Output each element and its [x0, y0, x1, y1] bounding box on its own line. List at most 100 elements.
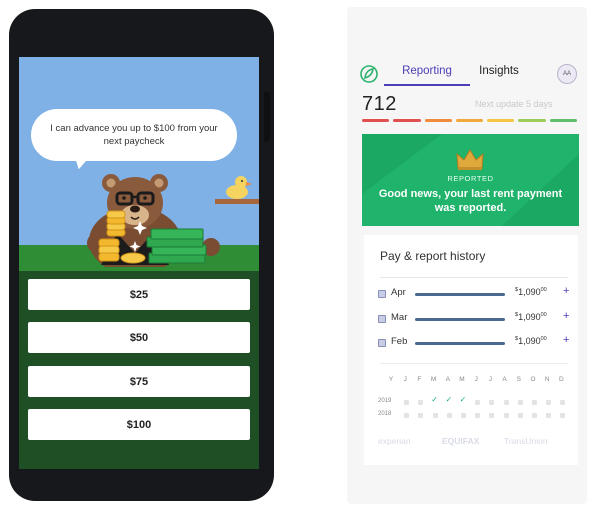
- paid-check-icon: ✓: [445, 395, 453, 404]
- history-amount: $1,09000: [515, 336, 547, 346]
- banner-message: Good news, your last rent payment was re…: [378, 188, 563, 214]
- month-dot: [560, 413, 566, 418]
- month-letter: J: [403, 376, 407, 383]
- leaf-logo-icon[interactable]: [360, 65, 378, 83]
- score-bar-segment: [487, 119, 515, 122]
- history-amount: $1,09000: [515, 312, 547, 322]
- bureau-equifax: EQUIFAX: [442, 436, 480, 446]
- month-dot: [404, 413, 410, 418]
- bear-illustration: [87, 174, 259, 267]
- month-letter: O: [530, 376, 536, 383]
- amount-cents: 00: [540, 312, 547, 318]
- credit-bureaus: experian EQUIFAX TransUnion: [378, 436, 574, 448]
- advance-screen: I can advance you up to $100 from your n…: [19, 57, 259, 469]
- month-header: YJFMAMJJASOND: [389, 376, 574, 386]
- month-dot: [489, 400, 495, 405]
- amount-cents: 00: [540, 287, 547, 293]
- score-bar-segment: [518, 119, 546, 122]
- month-dot: [418, 413, 424, 418]
- tab-insights[interactable]: Insights: [469, 62, 529, 86]
- month-letter: J: [488, 376, 493, 383]
- duck-on-shelf-icon: [215, 176, 259, 204]
- answer-50-button[interactable]: $50: [28, 322, 250, 353]
- expand-plus-icon[interactable]: +: [563, 285, 569, 297]
- month-dot: [404, 400, 410, 405]
- year-row-2019: 2019 ✓ ✓ ✓: [378, 395, 574, 407]
- crown-icon: [456, 149, 484, 170]
- amount-value: 1,090: [518, 287, 541, 297]
- month-dot: [503, 400, 509, 405]
- year-row-2018: 2018: [378, 411, 574, 420]
- month-checkbox-icon[interactable]: [378, 315, 386, 323]
- top-navigation: Reporting Insights AA: [347, 7, 587, 87]
- amount-value: 1,090: [518, 336, 541, 346]
- year-label: 2018: [378, 411, 392, 417]
- month-dot: [532, 413, 537, 418]
- month-letter: M: [430, 376, 437, 383]
- payment-bar: [415, 293, 505, 296]
- history-month: Apr: [391, 287, 406, 298]
- month-dot: [546, 400, 552, 405]
- divider: [380, 363, 568, 364]
- divider: [380, 277, 568, 278]
- paid-check-icon: ✓: [459, 395, 467, 404]
- expand-plus-icon[interactable]: +: [563, 310, 569, 322]
- month-dot: [446, 413, 452, 418]
- history-title: Pay & report history: [380, 249, 486, 263]
- month-dot: [517, 413, 523, 418]
- next-update-text: Next update 5 days: [475, 99, 553, 109]
- pay-report-history-card: Pay & report history Apr $1,09000 + Mar …: [364, 235, 578, 465]
- month-checkbox-icon[interactable]: [378, 290, 386, 298]
- avatar[interactable]: AA: [557, 64, 577, 84]
- month-dot: [475, 400, 481, 405]
- amount-value: 1,090: [518, 312, 541, 322]
- history-month: Feb: [391, 336, 408, 347]
- reported-banner: REPORTED Good news, your last rent payme…: [362, 134, 579, 226]
- history-month: Mar: [391, 312, 408, 323]
- month-dot: [432, 413, 438, 418]
- month-letter: A: [445, 376, 450, 383]
- month-dot: [560, 400, 566, 405]
- month-dot: [461, 413, 466, 418]
- month-dot: [532, 400, 537, 405]
- bureau-transunion: TransUnion: [504, 436, 548, 446]
- month-dot: [418, 400, 424, 405]
- month-checkbox-icon[interactable]: [378, 339, 386, 347]
- expand-plus-icon[interactable]: +: [563, 334, 569, 346]
- month-dot: [546, 413, 552, 418]
- answer-75-button[interactable]: $75: [28, 366, 250, 397]
- payment-bar: [415, 342, 505, 345]
- history-row-apr[interactable]: Apr $1,09000 +: [378, 285, 573, 301]
- score-bar-segment: [393, 119, 421, 122]
- payment-bar: [415, 318, 505, 321]
- month-letter: Y: [388, 376, 394, 383]
- bureau-experian: experian: [378, 436, 411, 446]
- month-letter: J: [474, 376, 478, 383]
- month-letter: D: [559, 376, 564, 383]
- speech-bubble-text: I can advance you up to $100 from your n…: [50, 123, 218, 147]
- answer-100-button[interactable]: $100: [28, 409, 250, 440]
- score-range-bar: [362, 119, 577, 122]
- paid-check-icon: ✓: [431, 395, 438, 404]
- month-dot: [489, 413, 495, 418]
- month-letter: M: [459, 376, 465, 383]
- month-letter: N: [544, 376, 550, 383]
- month-letter: F: [417, 376, 422, 383]
- score-bar-segment: [455, 119, 484, 122]
- history-row-feb[interactable]: Feb $1,09000 +: [378, 334, 573, 350]
- phone-side-button: [264, 92, 270, 142]
- tab-reporting[interactable]: Reporting: [384, 62, 470, 86]
- rent-reporting-app: Reporting Insights AA 712 Next update 5 …: [347, 7, 587, 504]
- history-amount: $1,09000: [515, 287, 547, 297]
- amount-cents: 00: [540, 336, 547, 342]
- score-bar-segment: [549, 119, 577, 122]
- answer-25-button[interactable]: $25: [28, 279, 250, 310]
- cash-stack-icon: [146, 228, 207, 264]
- month-letter: A: [502, 376, 507, 383]
- month-letter: S: [516, 376, 521, 383]
- month-dot: [475, 413, 481, 418]
- history-row-mar[interactable]: Mar $1,09000 +: [378, 310, 573, 326]
- month-dot: [517, 400, 523, 405]
- month-dot: [503, 413, 509, 418]
- speech-bubble: I can advance you up to $100 from your n…: [31, 109, 237, 161]
